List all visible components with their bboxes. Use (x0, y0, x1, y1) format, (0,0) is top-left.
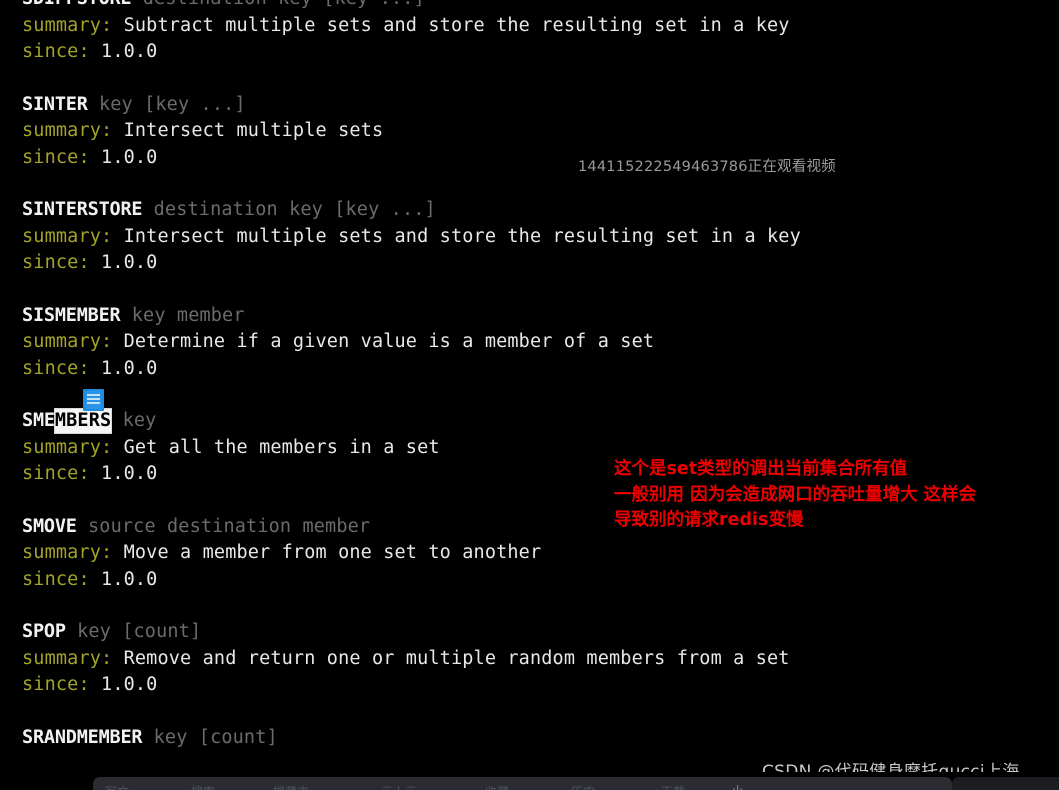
command-since-line: since: 1.0.0 (22, 567, 1059, 594)
command-header: SRANDMEMBER key [count] (22, 725, 1059, 752)
terminal-output[interactable]: SDIFFSTORE destination key [key ...] sum… (0, 0, 1059, 772)
summary-text: Determine if a given value is a member o… (123, 331, 655, 352)
summary-label: summary: (22, 542, 113, 563)
since-text: 1.0.0 (101, 146, 158, 168)
command-summary-line: summary: Intersect multiple sets (22, 118, 1059, 145)
command-args: key [count] (77, 621, 202, 642)
since-label: since: (22, 146, 90, 168)
screen-root: SDIFFSTORE destination key [key ...] sum… (0, 0, 1059, 790)
command-summary-line: summary: Move a member from one set to a… (22, 540, 1059, 567)
since-label: since: (22, 463, 90, 484)
copy-icon-line (87, 394, 100, 396)
command-header: SPOP key [count] (22, 619, 1059, 646)
copy-icon-line (87, 402, 100, 404)
command-name-prefix: SME (22, 410, 55, 431)
command-name: SPOP (22, 621, 66, 642)
command-name: SMOVE (22, 515, 77, 537)
summary-label: summary: (22, 225, 113, 247)
summary-text: Get all the members in a set (123, 436, 440, 458)
copy-icon-line (87, 398, 100, 400)
summary-label: summary: (22, 436, 113, 458)
annotation-line-2: 一般别用 因为会造成网口的吞吐量增大 这样会 (614, 484, 977, 505)
command-block-spop: SPOP key [count] summary: Remove and ret… (0, 619, 1059, 699)
toolbar-right-panel[interactable] (952, 777, 1059, 790)
command-args: key member (131, 304, 245, 326)
red-annotation-overlay: 这个是set类型的调出当前集合所有值 一般别用 因为会造成网口的吞吐量增大 这样… (614, 457, 976, 534)
command-header: SDIFFSTORE destination key [key ...] (22, 0, 1059, 13)
command-block-sinter: SINTER key [key ...] summary: Intersect … (0, 92, 1059, 172)
toolbar-item-collect[interactable]: 收藏 (485, 783, 509, 790)
toolbar-mini-glyph[interactable]: 小 (731, 781, 744, 790)
toolbar-item-download[interactable]: 下载 (661, 783, 685, 790)
command-args: source destination member (88, 515, 371, 537)
since-text: 1.0.0 (101, 568, 158, 590)
text-selection-highlight[interactable]: MBERS (54, 409, 112, 433)
command-since-line: since: 1.0.0 (22, 39, 1059, 66)
since-label: since: (22, 357, 90, 379)
toolbar-item-history[interactable]: 历史 (571, 783, 595, 790)
summary-label: summary: (22, 331, 113, 352)
summary-text: Subtract multiple sets and store the res… (123, 14, 790, 36)
command-name: SDIFFSTORE (22, 0, 132, 9)
command-name: SINTER (22, 93, 88, 115)
command-header: SINTERSTORE destination key [key ...] (22, 197, 1059, 224)
since-label: since: (22, 568, 90, 590)
toolbar-item-favorites[interactable]: 搜藏夹 (273, 783, 309, 790)
summary-text: Move a member from one set to another (123, 542, 542, 563)
toolbar-item-search[interactable]: 搜索 (191, 783, 215, 790)
command-since-line: since: 1.0.0 (22, 145, 1059, 172)
command-args: destination key [key ...] (131, 0, 425, 9)
summary-text: Intersect multiple sets (123, 120, 384, 141)
annotation-line-1: 这个是set类型的调出当前集合所有值 (614, 459, 908, 479)
command-summary-line: summary: Subtract multiple sets and stor… (22, 13, 1059, 40)
copy-document-icon[interactable] (83, 389, 104, 411)
annotation-line-3: 导致别的请求redis变慢 (614, 510, 804, 530)
command-summary-line: summary: Remove and return one or multip… (22, 646, 1059, 673)
command-name: SISMEMBER (22, 304, 121, 326)
command-since-line: since: 1.0.0 (22, 356, 1059, 383)
since-text: 1.0.0 (101, 674, 158, 695)
toolbar-item-write[interactable]: 写文 (105, 783, 129, 790)
summary-label: summary: (22, 647, 113, 669)
since-text: 1.0.0 (101, 357, 158, 379)
toolbar-item-cloud[interactable]: 云上云 (381, 783, 417, 790)
since-text: 1.0.0 (101, 41, 158, 62)
summary-text: Remove and return one or multiple random… (123, 647, 790, 669)
command-args: key [count] (153, 726, 278, 748)
command-header[interactable]: SMEMBERS key (22, 389, 1059, 435)
selected-command-name[interactable]: SMEMBERS (22, 389, 112, 435)
command-name: SINTERSTORE (22, 199, 143, 220)
command-since-line: since: 1.0.0 (22, 672, 1059, 699)
toolbar-surface[interactable]: 写文 搜索 搜藏夹 云上云 收藏 历史 下载 小 (93, 777, 952, 790)
bottom-toolbar[interactable]: 写文 搜索 搜藏夹 云上云 收藏 历史 下载 小 (0, 772, 1059, 790)
command-block-srandmember: SRANDMEMBER key [count] (0, 725, 1059, 752)
summary-label: summary: (22, 120, 113, 141)
command-block-sinterstore: SINTERSTORE destination key [key ...] su… (0, 197, 1059, 277)
command-summary-line: summary: Determine if a given value is a… (22, 329, 1059, 356)
since-label: since: (22, 252, 90, 273)
command-block-sdiffstore: SDIFFSTORE destination key [key ...] sum… (0, 0, 1059, 66)
command-name: SRANDMEMBER (22, 726, 143, 748)
summary-text: Intersect multiple sets and store the re… (123, 225, 801, 247)
since-text: 1.0.0 (101, 252, 158, 273)
command-block-sismember: SISMEMBER key member summary: Determine … (0, 303, 1059, 383)
viewer-notice-overlay: 144115222549463786正在观看视频 (578, 159, 836, 175)
command-args: destination key [key ...] (153, 199, 436, 220)
since-text: 1.0.0 (101, 463, 158, 484)
command-since-line: since: 1.0.0 (22, 250, 1059, 277)
command-args: key (122, 410, 157, 431)
command-header: SISMEMBER key member (22, 303, 1059, 330)
since-label: since: (22, 674, 90, 695)
summary-label: summary: (22, 14, 113, 36)
command-args: key [key ...] (98, 93, 246, 115)
command-summary-line: summary: Intersect multiple sets and sto… (22, 224, 1059, 251)
command-header: SINTER key [key ...] (22, 92, 1059, 119)
since-label: since: (22, 41, 90, 62)
